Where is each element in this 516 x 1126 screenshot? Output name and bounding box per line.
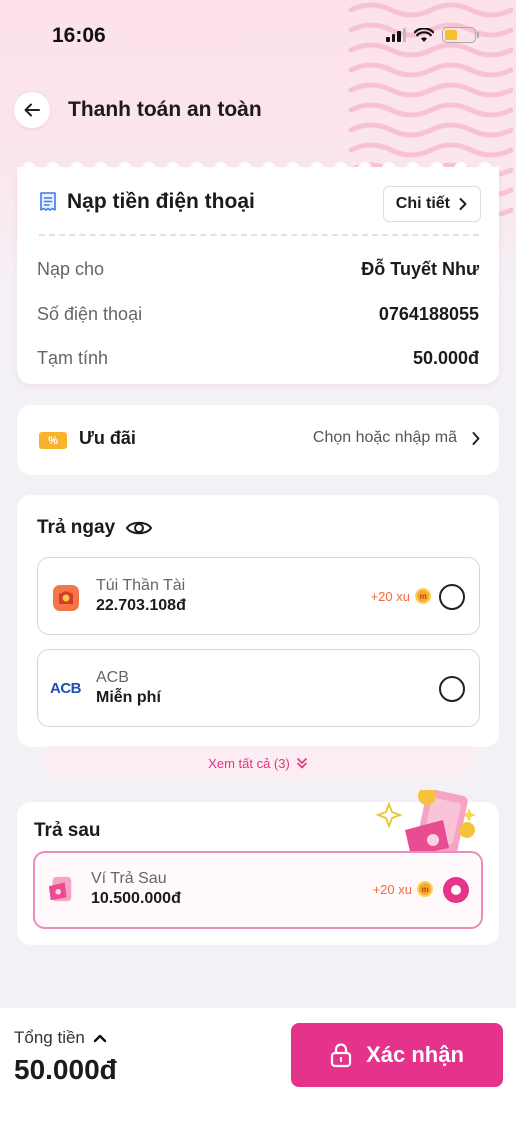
row-label: Tạm tính	[37, 348, 109, 368]
pay-now-title: Trả ngay	[37, 517, 153, 539]
method-name: ACB	[96, 669, 129, 686]
pay-now-card: Trả ngay Túi Thần Tài 22.703.108đ +20 xu…	[17, 495, 499, 747]
confirm-button[interactable]: Xác nhận	[291, 1023, 503, 1087]
detail-button[interactable]: Chi tiết	[382, 186, 481, 222]
pay-later-illustration	[375, 790, 476, 856]
radio-button[interactable]	[439, 584, 465, 610]
promo-action[interactable]: Chọn hoặc nhập mã	[313, 429, 481, 447]
pay-later-wallet-icon	[48, 876, 72, 902]
row-label: Nạp cho	[37, 259, 105, 279]
row-recipient: Nạp cho Đỗ Tuyết Như	[37, 259, 479, 280]
bottom-bar: Tổng tiền 50.000đ Xác nhận	[0, 1008, 516, 1126]
payment-method-vi-tra-sau[interactable]: Ví Trả Sau 10.500.000đ +20 xu m	[33, 851, 483, 929]
coin-icon: m	[417, 881, 433, 897]
promo-label: Ưu đãi	[79, 428, 136, 448]
promo-action-label: Chọn hoặc nhập mã	[312, 429, 457, 446]
row-phone: Số điện thoại 0764188055	[37, 304, 479, 325]
row-value: Đỗ Tuyết Như	[361, 259, 479, 279]
voucher-icon: %	[39, 432, 67, 449]
wifi-icon	[414, 27, 434, 42]
radio-button[interactable]	[439, 676, 465, 702]
order-summary-card: Nạp tiền điện thoại Chi tiết Nạp cho Đỗ …	[17, 168, 499, 384]
receipt-icon	[40, 192, 56, 211]
total-label: Tổng tiền	[14, 1028, 85, 1047]
radio-button-selected[interactable]	[443, 877, 469, 903]
eye-icon[interactable]	[125, 518, 153, 538]
status-icons	[386, 27, 479, 43]
method-balance: 22.703.108đ	[96, 597, 186, 614]
promo-row[interactable]: % Ưu đãi Chọn hoặc nhập mã	[17, 405, 499, 475]
acb-logo: ACB	[50, 680, 82, 697]
status-bar: 16:06	[0, 0, 516, 76]
coin-icon: m	[415, 588, 431, 604]
row-label: Số điện thoại	[37, 304, 143, 324]
payment-method-tui-than-tai[interactable]: Túi Thần Tài 22.703.108đ +20 xu m	[37, 557, 480, 635]
reward-label: +20 xu	[370, 588, 410, 604]
confirm-button-label: Xác nhận	[366, 1042, 464, 1067]
total-toggle[interactable]: Tổng tiền	[14, 1028, 107, 1048]
arrow-left-icon	[24, 103, 40, 117]
method-name: Túi Thần Tài	[96, 577, 186, 594]
row-subtotal: Tạm tính 50.000đ	[37, 348, 479, 369]
method-name: Ví Trả Sau	[91, 870, 167, 887]
method-fee: Miễn phí	[96, 689, 161, 706]
chevron-up-icon	[93, 1034, 107, 1043]
lock-icon	[330, 1043, 352, 1068]
reward-badge: +20 xu m	[371, 588, 431, 604]
wallet-icon	[53, 585, 79, 611]
reward-label: +20 xu	[372, 881, 412, 897]
detail-button-label: Chi tiết	[395, 195, 450, 212]
pay-later-title: Trả sau	[34, 820, 101, 841]
order-title: Nạp tiền điện thoại	[67, 190, 255, 213]
row-value: 50.000đ	[412, 348, 479, 368]
see-all-label: Xem tất cả (3)	[208, 755, 290, 771]
reward-badge: +20 xu m	[373, 881, 433, 897]
total-value: 50.000đ	[14, 1054, 117, 1085]
status-time: 16:06	[52, 24, 106, 47]
pay-later-card: Trả sau Ví Trả Sau 10.500.000đ +20 xu m	[17, 790, 499, 945]
page-title: Thanh toán an toàn	[68, 98, 262, 121]
divider	[39, 234, 479, 236]
chevron-right-icon	[472, 431, 480, 445]
payment-method-acb[interactable]: ACB ACB Miễn phí	[37, 649, 480, 727]
page-header: Thanh toán an toàn	[0, 90, 516, 134]
back-button[interactable]	[14, 92, 50, 128]
see-all-button[interactable]: Xem tất cả (3)	[44, 746, 472, 780]
row-value: 0764188055	[378, 304, 479, 324]
chevron-right-icon	[459, 198, 467, 210]
double-chevron-down-icon	[297, 758, 307, 769]
order-header: Nạp tiền điện thoại	[39, 190, 255, 214]
section-title-label: Trả ngay	[37, 517, 116, 538]
signal-icon	[386, 28, 406, 42]
battery-icon	[442, 27, 479, 43]
method-balance: 10.500.000đ	[91, 890, 181, 907]
